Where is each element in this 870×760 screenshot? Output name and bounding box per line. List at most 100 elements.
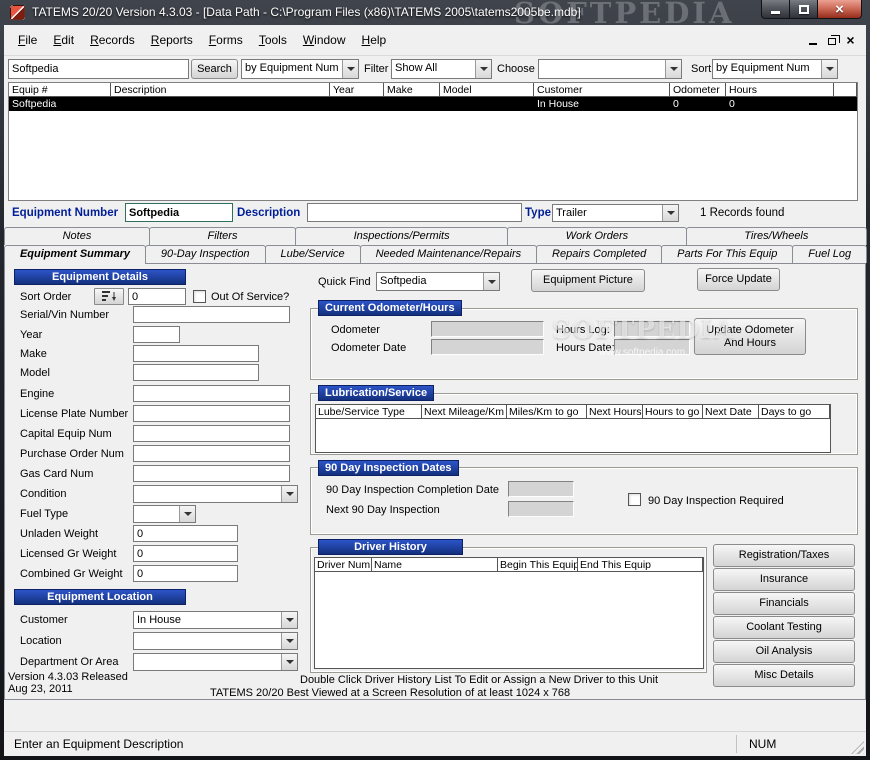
choose-combobox[interactable] [538,59,682,79]
next-inspection-field [508,501,574,517]
child-close-button[interactable]: × [841,32,860,48]
capital-equip-label: Capital Equip Num [20,428,112,440]
engine-input[interactable] [133,385,290,402]
location-combobox[interactable] [133,632,298,650]
grid-column-hours: Hours [726,83,834,96]
tab-work-orders[interactable]: Work Orders [507,227,687,245]
oil-analysis-button[interactable]: Oil Analysis [713,640,855,663]
tab-notes[interactable]: Notes [4,227,150,245]
unladen-weight-input[interactable] [133,525,238,542]
chevron-down-icon [281,612,297,628]
tab-equipment-summary[interactable]: Equipment Summary [4,245,146,264]
type-combobox[interactable]: Trailer [552,204,679,222]
model-input[interactable] [133,364,259,381]
make-label: Make [20,348,47,360]
chevron-down-icon [475,60,491,78]
tab-fuel-log[interactable]: Fuel Log [792,245,867,263]
search-button[interactable]: Search [191,59,238,79]
menu-help[interactable]: Help [354,30,395,50]
tab-90-day-inspection[interactable]: 90-Day Inspection [145,245,266,263]
menu-window[interactable]: Window [295,30,354,50]
coolant-testing-button[interactable]: Coolant Testing [713,616,855,639]
child-restore-button[interactable] [822,32,841,48]
resolution-hint-text: TATEMS 20/20 Best Viewed at a Screen Res… [210,687,570,699]
menu-records[interactable]: Records [82,30,143,50]
out-of-service-checkbox[interactable] [193,290,206,303]
child-minimize-button[interactable] [803,32,822,48]
odometer-label: Odometer [331,324,380,336]
completion-date-label: 90 Day Inspection Completion Date [326,484,499,496]
tab-needed-maintenance-repairs[interactable]: Needed Maintenance/Repairs [360,245,537,263]
tab-inspections-permits[interactable]: Inspections/Permits [295,227,508,245]
equipment-picture-button[interactable]: Equipment Picture [531,269,645,292]
out-of-service-label: Out Of Service? [211,291,289,303]
filter-combobox[interactable]: Show All [391,59,492,79]
department-combobox[interactable] [133,653,298,671]
financials-button[interactable]: Financials [713,592,855,615]
menu-file[interactable]: File [10,30,45,50]
tab-parts-for-this-equip[interactable]: Parts For This Equip [661,245,793,263]
force-update-button[interactable]: Force Update [697,268,780,291]
customer-combobox[interactable]: In House [133,611,298,629]
serial-vin-input[interactable] [133,306,290,323]
filter-label: Filter [364,63,388,75]
sort-order-input[interactable] [128,288,186,305]
maximize-button[interactable] [789,0,818,19]
version-text: Version 4.3.03 Released [8,671,128,683]
combined-gr-weight-input[interactable] [133,565,238,582]
resize-grip[interactable] [851,741,864,754]
grid-column-year: Year [330,83,384,96]
driver-history-header: Driver History [318,539,463,555]
purchase-order-input[interactable] [133,445,290,462]
sort-order-button[interactable] [94,288,124,305]
odometer-date-label: Odometer Date [331,342,406,354]
menu-forms[interactable]: Forms [201,30,251,50]
tab-repairs-completed[interactable]: Repairs Completed [536,245,662,263]
watermark-text: SOFTPEDIA [552,315,734,345]
sort-icon [101,290,118,303]
driver-column-num: Driver Num [315,558,372,571]
driver-column-begin: Begin This Equip [498,558,578,571]
odometer-section-header: Current Odometer/Hours [318,300,462,316]
inspection-required-checkbox[interactable] [628,493,641,506]
description-input[interactable] [307,203,522,222]
grid-row-selected[interactable]: Softpedia In House 0 0 [9,97,857,111]
minimize-button[interactable] [761,0,790,19]
sort-combobox[interactable]: by Equipment Num [712,59,838,79]
tab-lube-service[interactable]: Lube/Service [265,245,361,263]
capital-equip-input[interactable] [133,425,290,442]
tab-filters[interactable]: Filters [149,227,296,245]
menu-reports[interactable]: Reports [143,30,201,50]
license-plate-label: License Plate Number [20,408,128,420]
gas-card-input[interactable] [133,465,290,482]
misc-details-button[interactable]: Misc Details [713,664,855,687]
licensed-gr-weight-label: Licensed Gr Weight [20,548,116,560]
chevron-down-icon [342,60,358,78]
year-label: Year [20,329,42,341]
year-input[interactable] [133,326,180,343]
search-by-combobox[interactable]: by Equipment Num [241,59,359,79]
license-plate-input[interactable] [133,405,290,422]
equipment-number-input[interactable] [125,203,233,222]
condition-combobox[interactable] [133,485,298,503]
equipment-number-label: Equipment Number [12,207,118,219]
lube-section-header: Lubrication/Service [318,385,434,401]
tab-tires-wheels[interactable]: Tires/Wheels [686,227,867,245]
watermark-url-text: www.softpedia.com [599,347,685,358]
menu-tools[interactable]: Tools [251,30,295,50]
fuel-type-label: Fuel Type [20,508,68,520]
close-button[interactable]: × [817,0,862,19]
fuel-type-combobox[interactable] [133,505,196,523]
driver-history-table[interactable]: Driver Num Name Begin This Equip End Thi… [314,557,704,669]
watermark-text: SOFTPEDIA [514,0,735,30]
make-input[interactable] [133,345,259,362]
registration-taxes-button[interactable]: Registration/Taxes [713,544,855,567]
insurance-button[interactable]: Insurance [713,568,855,591]
condition-label: Condition [20,488,66,500]
search-input[interactable] [8,59,189,79]
quick-find-label: Quick Find [318,276,371,288]
licensed-gr-weight-input[interactable] [133,545,238,562]
menu-edit[interactable]: Edit [45,30,82,50]
quick-find-combobox[interactable]: Softpedia [376,272,500,291]
chevron-down-icon [483,273,499,290]
